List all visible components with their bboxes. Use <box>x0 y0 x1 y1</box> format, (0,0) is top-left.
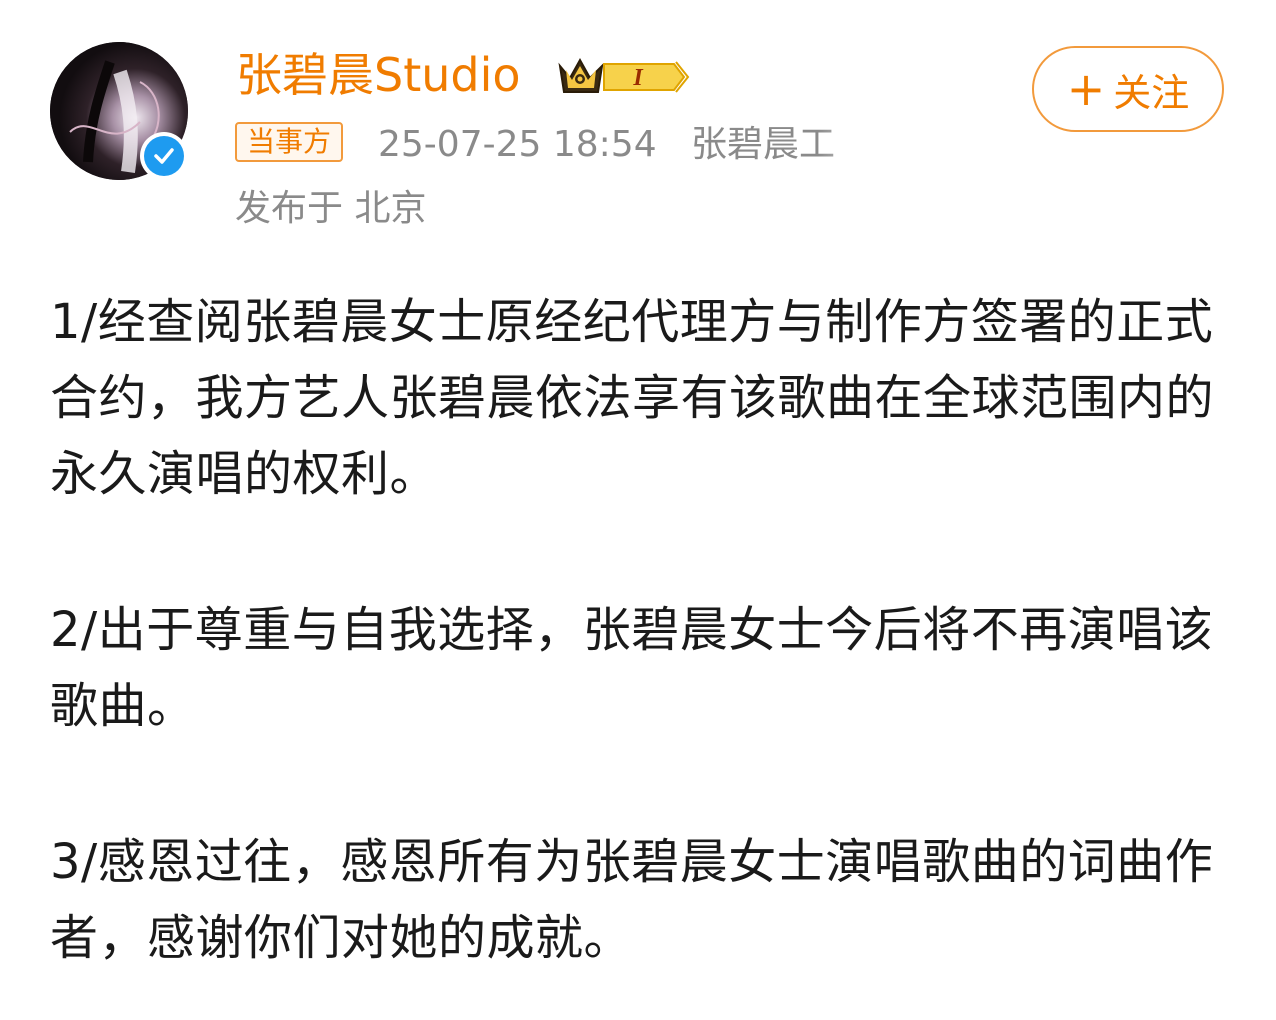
post-paragraph-1: 1/经查阅张碧晨女士原经纪代理方与制作方签署的正式合约，我方艺人张碧晨依法享有该… <box>50 294 1215 502</box>
level-text: I <box>632 65 644 91</box>
post-location: 发布于 北京 <box>235 188 427 229</box>
post-body: 1/经查阅张碧晨女士原经纪代理方与制作方签署的正式合约，我方艺人张碧晨依法享有该… <box>50 284 1230 976</box>
post-paragraph-2: 2/出于尊重与自我选择，张碧晨女士今后将不再演唱该歌曲。 <box>50 602 1214 734</box>
source-fade <box>818 118 918 174</box>
post-source[interactable]: 张碧晨工 <box>691 124 835 165</box>
crown-icon <box>558 57 604 93</box>
verified-check-icon <box>144 136 184 176</box>
username[interactable]: 张碧晨Studio <box>236 44 521 106</box>
party-tag: 当事方 <box>235 122 344 162</box>
post-paragraph-3: 3/感恩过往，感恩所有为张碧晨女士演唱歌曲的词曲作者，感谢你们对她的成就。 <box>50 834 1214 966</box>
follow-label: 关注 <box>1113 70 1190 115</box>
verified-badge <box>140 132 188 180</box>
member-level-badge[interactable]: I <box>556 52 692 102</box>
follow-button[interactable]: + 关注 <box>1032 46 1224 132</box>
post-timestamp: 25-07-25 18:54 <box>378 124 657 165</box>
plus-icon: + <box>1066 62 1106 116</box>
